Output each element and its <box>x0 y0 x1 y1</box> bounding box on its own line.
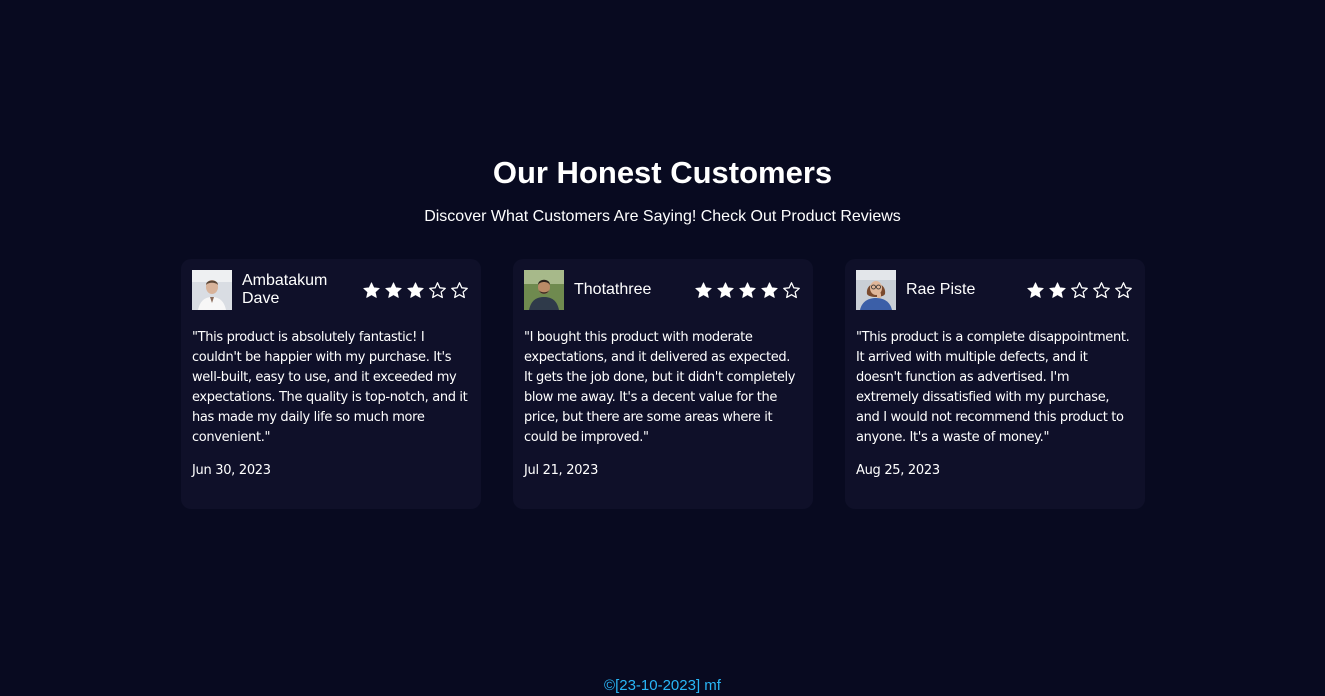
star-filled-icon <box>717 281 734 298</box>
star-outline-icon <box>783 281 800 298</box>
review-date: Jun 30, 2023 <box>192 463 271 478</box>
footer-copyright: ©[23-10-2023] mf <box>604 677 721 694</box>
review-card-header: Thotathree <box>524 270 802 310</box>
review-text: "I bought this product with moderate exp… <box>524 330 796 445</box>
star-filled-icon <box>739 281 756 298</box>
star-rating <box>1026 281 1133 300</box>
reviewer-name: Ambatakum Dave <box>242 272 328 307</box>
star-rating <box>694 281 801 300</box>
star-outline-icon <box>1115 281 1132 298</box>
review-cards: Ambatakum Dave "This product is absolute… <box>181 259 1145 509</box>
star-rating <box>362 281 469 300</box>
star-outline-icon <box>1093 281 1110 298</box>
star-filled-icon <box>407 281 424 298</box>
review-card-header: Rae Piste <box>856 270 1134 310</box>
star-filled-icon <box>363 281 380 298</box>
user-avatar-icon <box>192 270 232 310</box>
review-card: Ambatakum Dave "This product is absolute… <box>181 259 481 509</box>
testimonials-page: Our Honest Customers Discover What Custo… <box>0 0 1325 696</box>
star-filled-icon <box>1049 281 1066 298</box>
avatar <box>192 270 232 310</box>
review-card: Rae Piste "This product is a complete di… <box>845 259 1145 509</box>
user-avatar-icon <box>856 270 896 310</box>
section-title: Our Honest Customers <box>492 155 833 190</box>
section-subtitle: Discover What Customers Are Saying! Chec… <box>424 208 901 225</box>
star-outline-icon <box>429 281 446 298</box>
star-filled-icon <box>1027 281 1044 298</box>
star-filled-icon <box>385 281 402 298</box>
review-card-header: Ambatakum Dave <box>192 270 470 310</box>
star-outline-icon <box>1071 281 1088 298</box>
review-text: "This product is absolutely fantastic! I… <box>192 330 468 445</box>
avatar <box>524 270 564 310</box>
reviewer-name: Thotathree <box>574 281 652 298</box>
review-text: "This product is a complete disappointme… <box>856 330 1130 445</box>
reviewer-name: Rae Piste <box>906 281 976 298</box>
user-avatar-icon <box>524 270 564 310</box>
review-card: Thotathree "I bought this product with m… <box>513 259 813 509</box>
star-outline-icon <box>451 281 468 298</box>
review-date: Jul 21, 2023 <box>524 463 599 478</box>
star-filled-icon <box>761 281 778 298</box>
star-filled-icon <box>695 281 712 298</box>
avatar <box>856 270 896 310</box>
review-date: Aug 25, 2023 <box>856 463 940 478</box>
